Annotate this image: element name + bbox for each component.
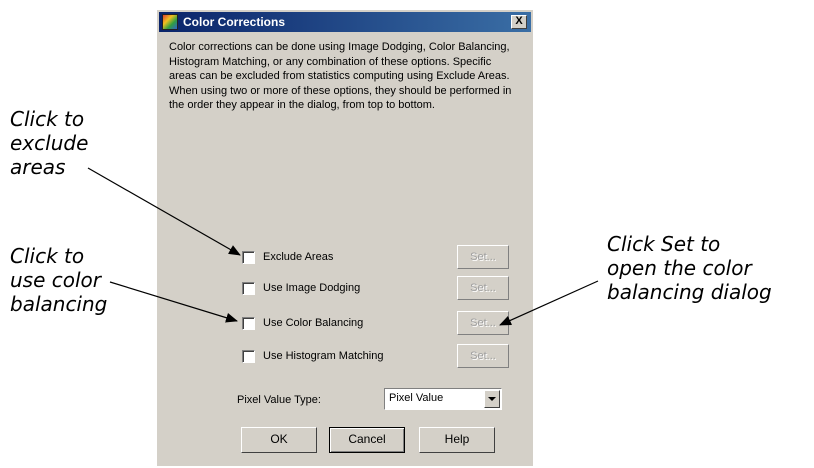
callout-line: Click to (10, 244, 85, 268)
color-balancing-set-button[interactable]: Set... (457, 311, 509, 335)
app-icon (162, 14, 178, 30)
callout-line: exclude (10, 131, 89, 155)
cancel-button[interactable]: Cancel (329, 427, 405, 453)
histogram-matching-checkbox[interactable] (242, 350, 255, 363)
image-dodging-label[interactable]: Use Image Dodging (263, 282, 360, 294)
callout-line: use color (10, 268, 102, 292)
exclude-areas-label[interactable]: Exclude Areas (263, 251, 333, 263)
title-bar[interactable]: Color Corrections X (159, 12, 531, 32)
callout-line: Click to (10, 107, 85, 131)
color-balancing-checkbox[interactable] (242, 317, 255, 330)
histogram-matching-label[interactable]: Use Histogram Matching (263, 350, 383, 362)
callout-color-balancing: Click to use color balancing (10, 244, 107, 316)
pixel-value-type-value: Pixel Value (389, 392, 444, 404)
chevron-down-icon[interactable] (484, 390, 500, 408)
color-corrections-dialog: Color Corrections X Color corrections ca… (157, 10, 533, 466)
close-icon[interactable]: X (511, 15, 527, 29)
callout-line: balancing dialog (607, 280, 772, 304)
exclude-areas-checkbox[interactable] (242, 251, 255, 264)
callout-exclude-areas: Click to exclude areas (10, 107, 88, 179)
exclude-areas-set-button[interactable]: Set... (457, 245, 509, 269)
pixel-value-type-label: Pixel Value Type: (237, 394, 321, 406)
callout-set-button: Click Set to open the color balancing di… (607, 232, 772, 304)
help-button[interactable]: Help (419, 427, 495, 453)
description-text: Color corrections can be done using Imag… (169, 41, 512, 111)
histogram-matching-set-button[interactable]: Set... (457, 344, 509, 368)
dialog-title: Color Corrections (183, 15, 286, 29)
callout-line: Click Set to (607, 232, 721, 256)
color-balancing-label[interactable]: Use Color Balancing (263, 317, 363, 329)
callout-line: open the color (607, 256, 752, 280)
callout-line: areas (10, 155, 66, 179)
image-dodging-set-button[interactable]: Set... (457, 276, 509, 300)
image-dodging-checkbox[interactable] (242, 282, 255, 295)
pixel-value-type-select[interactable]: Pixel Value (384, 388, 502, 410)
ok-button[interactable]: OK (241, 427, 317, 453)
callout-line: balancing (10, 292, 108, 316)
